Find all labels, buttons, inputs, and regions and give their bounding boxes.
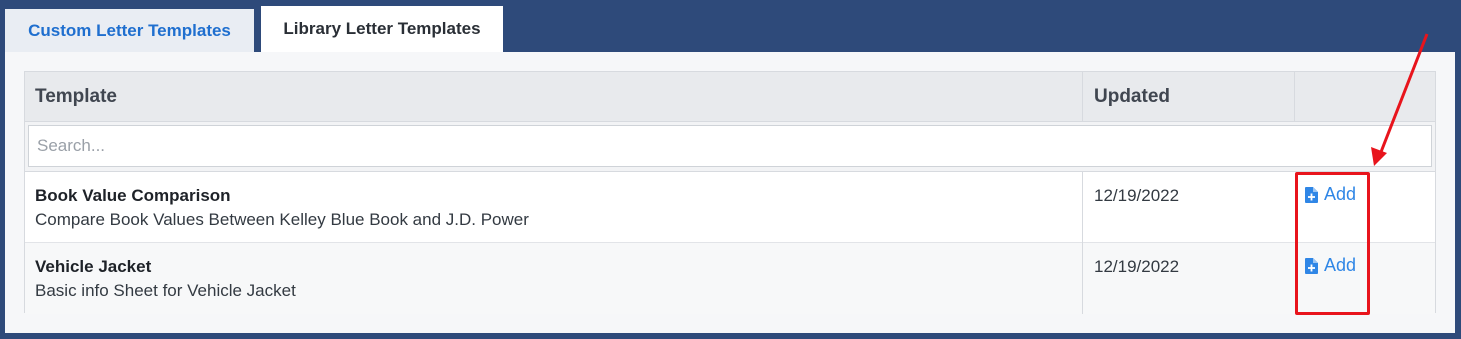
annotation-arrow [1371, 33, 1429, 166]
